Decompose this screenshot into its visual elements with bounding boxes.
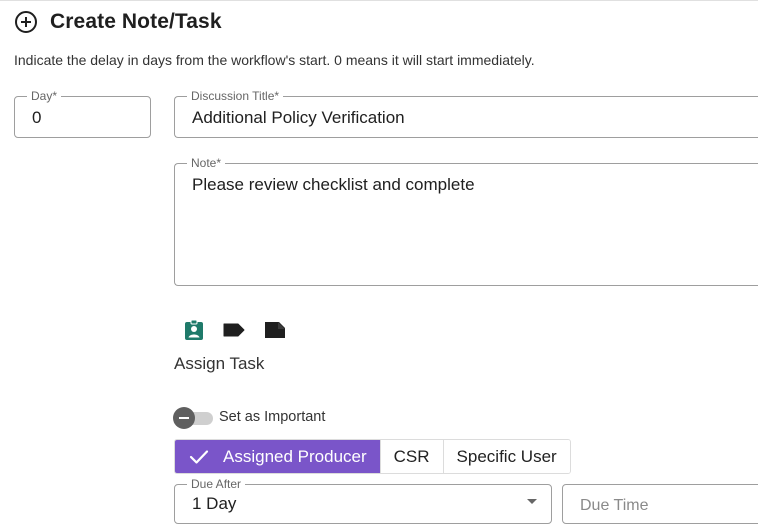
assignee-option-csr[interactable]: CSR bbox=[379, 440, 443, 473]
assign-task-icon[interactable] bbox=[183, 319, 205, 341]
minus-icon bbox=[173, 407, 195, 429]
assignee-option-specific-user[interactable]: Specific User bbox=[442, 440, 570, 473]
chevron-down-icon bbox=[527, 499, 537, 504]
discussion-title-value[interactable]: Additional Policy Verification bbox=[192, 108, 405, 128]
day-field-value[interactable]: 0 bbox=[32, 108, 41, 128]
day-field[interactable]: Day* 0 bbox=[14, 89, 151, 138]
due-after-value: 1 Day bbox=[192, 494, 237, 513]
assignee-segmented-control: Assigned Producer CSR Specific User bbox=[174, 439, 571, 474]
due-time-placeholder: Due Time bbox=[580, 497, 649, 514]
page-title: Create Note/Task bbox=[50, 10, 222, 33]
note-type-icons bbox=[183, 319, 304, 341]
due-after-select[interactable]: Due After 1 Day bbox=[174, 477, 552, 524]
top-divider bbox=[0, 0, 758, 1]
due-after-label: Due After bbox=[187, 477, 246, 491]
check-icon bbox=[189, 449, 209, 465]
assign-task-label: Assign Task bbox=[174, 354, 265, 373]
assignee-option-label: Assigned Producer bbox=[223, 446, 367, 466]
delay-description: Indicate the delay in days from the work… bbox=[14, 52, 535, 68]
note-field-label: Note* bbox=[187, 156, 226, 170]
assignee-option-assigned-producer[interactable]: Assigned Producer bbox=[175, 440, 380, 473]
assignee-option-label: CSR bbox=[393, 446, 430, 466]
label-tag-icon[interactable] bbox=[222, 319, 246, 341]
note-icon[interactable] bbox=[263, 319, 287, 341]
due-time-field[interactable]: Due Time bbox=[562, 484, 758, 524]
note-field[interactable]: Note* Please review checklist and comple… bbox=[174, 156, 758, 286]
discussion-title-label: Discussion Title* bbox=[187, 89, 284, 103]
dialog-header: Create Note/Task bbox=[14, 10, 222, 34]
note-field-value[interactable]: Please review checklist and complete bbox=[192, 175, 475, 195]
important-toggle[interactable] bbox=[173, 407, 213, 429]
add-circle-icon bbox=[14, 10, 38, 34]
important-toggle-label: Set as Important bbox=[219, 409, 326, 425]
discussion-title-field[interactable]: Discussion Title* Additional Policy Veri… bbox=[174, 89, 758, 138]
assignee-option-label: Specific User bbox=[456, 446, 557, 466]
day-field-label: Day* bbox=[27, 89, 62, 103]
